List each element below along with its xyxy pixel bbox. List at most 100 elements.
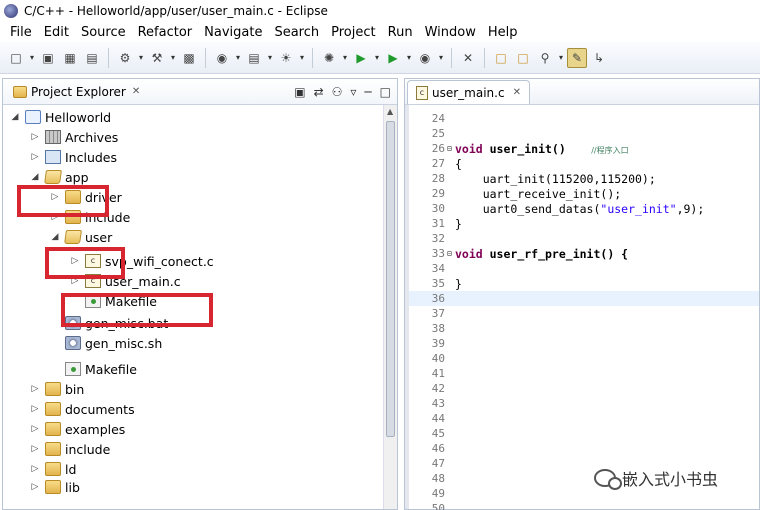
collapsed-arrow-icon[interactable]: ▷ xyxy=(29,132,41,142)
new-dropdown-icon[interactable]: ▾ xyxy=(28,53,36,62)
code-line[interactable]: 42 xyxy=(409,381,759,396)
folder-open-icon xyxy=(64,230,82,244)
line-number: 36 xyxy=(431,292,445,305)
explorer-scrollbar[interactable]: ▲ xyxy=(383,105,397,509)
menu-source[interactable]: Source xyxy=(75,25,132,40)
code-line[interactable]: 43 xyxy=(409,396,759,411)
code-line[interactable]: 29 uart_receive_init(); xyxy=(409,186,759,201)
menu-navigate[interactable]: Navigate xyxy=(198,25,268,40)
tree-item-ld[interactable]: ▷ ld xyxy=(29,459,77,479)
external-tools-icon[interactable]: ▶ xyxy=(383,48,403,68)
code-line[interactable]: 28 uart_init(115200,115200); xyxy=(409,171,759,186)
code-line[interactable]: 36 xyxy=(409,291,759,306)
tree-item-documents[interactable]: ▷ documents xyxy=(29,399,135,419)
link-editor-icon[interactable]: ⇄ xyxy=(314,85,324,99)
view-menu-icon[interactable]: ▿ xyxy=(350,85,356,99)
collapse-all-icon[interactable]: ▣ xyxy=(294,85,305,99)
main-toolbar: □ ▾ ▣ ▦ ▤ ⚙ ▾ ⚒ ▾ ▩ ◉ ▾ ▤ ▾ ☀ ▾ ✺ ▾ ▶ ▾ ▶ ▾ ◉ ▾ ✕ … xyxy=(0,42,760,74)
tree-item-include-root[interactable]: ▷ include xyxy=(29,439,111,459)
new-icon[interactable]: □ xyxy=(6,48,26,68)
open-type-icon[interactable]: □ xyxy=(513,48,533,68)
code-line[interactable]: 35} xyxy=(409,276,759,291)
toggle-breakpoint-icon[interactable]: ✕ xyxy=(458,48,478,68)
collapsed-arrow-icon[interactable]: ▷ xyxy=(29,482,41,492)
scrollbar-thumb[interactable] xyxy=(386,121,395,437)
coverage-icon[interactable]: ◉ xyxy=(415,48,435,68)
code-line[interactable]: 26 ⊟ void user_init() //程序入口 xyxy=(409,141,759,156)
menu-project[interactable]: Project xyxy=(325,25,381,40)
code-line[interactable]: 41 xyxy=(409,366,759,381)
code-line[interactable]: 30 uart0_send_datas("user_init",9); xyxy=(409,201,759,216)
tree-item-archives[interactable]: ▷ Archives xyxy=(29,127,119,147)
code-line[interactable]: 40 xyxy=(409,351,759,366)
tree-item-makefile-app[interactable]: Makefile xyxy=(61,359,137,379)
close-icon[interactable]: ✕ xyxy=(513,87,521,98)
minimize-icon[interactable]: ─ xyxy=(364,85,371,99)
tree-item-label: Helloworld xyxy=(45,109,112,125)
tree-item-includes[interactable]: ▷ Includes xyxy=(29,147,117,167)
code-line[interactable]: 33 ⊟ void user_rf_pre_init() { xyxy=(409,246,759,261)
expanded-arrow-icon[interactable]: ◢ xyxy=(9,112,21,122)
menu-window[interactable]: Window xyxy=(419,25,482,40)
binary-icon[interactable]: ▩ xyxy=(179,48,199,68)
collapsed-arrow-icon[interactable]: ▷ xyxy=(29,384,41,394)
expanded-arrow-icon[interactable]: ◢ xyxy=(29,172,41,182)
expanded-arrow-icon[interactable]: ◢ xyxy=(49,232,61,242)
menu-refactor[interactable]: Refactor xyxy=(132,25,199,40)
code-line[interactable]: 34 xyxy=(409,261,759,276)
code-line[interactable]: 27 { xyxy=(409,156,759,171)
close-icon[interactable]: ✕ xyxy=(132,86,140,97)
tree-item-bin[interactable]: ▷ bin xyxy=(29,379,85,399)
tree-item-helloworld[interactable]: ◢ Helloworld xyxy=(9,107,112,127)
code-line[interactable]: 31} xyxy=(409,216,759,231)
code-line[interactable]: 25 xyxy=(409,126,759,141)
collapsed-arrow-icon[interactable]: ▷ xyxy=(29,152,41,162)
tree-item-lib[interactable]: ▷ lib xyxy=(29,479,80,495)
code-line[interactable]: 46 xyxy=(409,441,759,456)
menu-search[interactable]: Search xyxy=(268,25,325,40)
tree-item-gen-misc-sh[interactable]: gen_misc.sh xyxy=(61,333,162,353)
fold-icon[interactable]: ⊟ xyxy=(447,249,455,258)
collapsed-arrow-icon[interactable]: ▷ xyxy=(29,424,41,434)
print-icon[interactable]: ▤ xyxy=(82,48,102,68)
code-line[interactable]: 39 xyxy=(409,336,759,351)
next-annotation-icon[interactable]: ↳ xyxy=(589,48,609,68)
maximize-icon[interactable]: □ xyxy=(380,85,391,99)
fold-icon[interactable]: ⊟ xyxy=(447,144,455,153)
menu-run[interactable]: Run xyxy=(382,25,419,40)
run-icon[interactable]: ▶ xyxy=(351,48,371,68)
tab-project-explorer[interactable]: Project Explorer ✕ xyxy=(7,79,146,105)
new-cpp-file-icon[interactable]: ☀ xyxy=(276,48,296,68)
code-line[interactable]: 24 xyxy=(409,111,759,126)
save-all-icon[interactable]: ▦ xyxy=(60,48,80,68)
search-icon[interactable]: ⚲ xyxy=(535,48,555,68)
new-source-folder-icon[interactable]: ▤ xyxy=(244,48,264,68)
build-icon[interactable]: ⚒ xyxy=(147,48,167,68)
code-line[interactable]: 45 xyxy=(409,426,759,441)
code-line[interactable]: 37 xyxy=(409,306,759,321)
tree-item-app[interactable]: ◢ app xyxy=(29,167,89,187)
collapsed-arrow-icon[interactable]: ▷ xyxy=(29,404,41,414)
menu-help[interactable]: Help xyxy=(482,25,524,40)
code-line[interactable]: 44 xyxy=(409,411,759,426)
code-line[interactable]: 50 xyxy=(409,501,759,510)
scroll-up-icon[interactable]: ▲ xyxy=(387,107,393,116)
collapsed-arrow-icon[interactable]: ▷ xyxy=(29,464,41,474)
tab-user-main[interactable]: c user_main.c ✕ xyxy=(407,80,530,104)
eclipse-icon xyxy=(4,4,18,18)
save-icon[interactable]: ▣ xyxy=(38,48,58,68)
mark-occurrences-icon[interactable]: ✎ xyxy=(567,47,587,68)
open-folder-icon[interactable]: □ xyxy=(491,48,511,68)
code-line[interactable]: 38 xyxy=(409,321,759,336)
tree-item-examples[interactable]: ▷ examples xyxy=(29,419,126,439)
filter-icon[interactable]: ⚇ xyxy=(332,85,343,99)
code-area[interactable]: 24 25 26 ⊟ void user_init() //程序入口 27{28 uart… xyxy=(409,105,759,510)
tree-item-user[interactable]: ◢ user xyxy=(49,227,113,247)
build-config-icon[interactable]: ⚙ xyxy=(115,48,135,68)
code-line[interactable]: 32 xyxy=(409,231,759,246)
debug-icon[interactable]: ✺ xyxy=(319,48,339,68)
new-cpp-class-icon[interactable]: ◉ xyxy=(212,48,232,68)
menu-file[interactable]: File xyxy=(4,25,38,40)
collapsed-arrow-icon[interactable]: ▷ xyxy=(29,444,41,454)
menu-edit[interactable]: Edit xyxy=(38,25,75,40)
